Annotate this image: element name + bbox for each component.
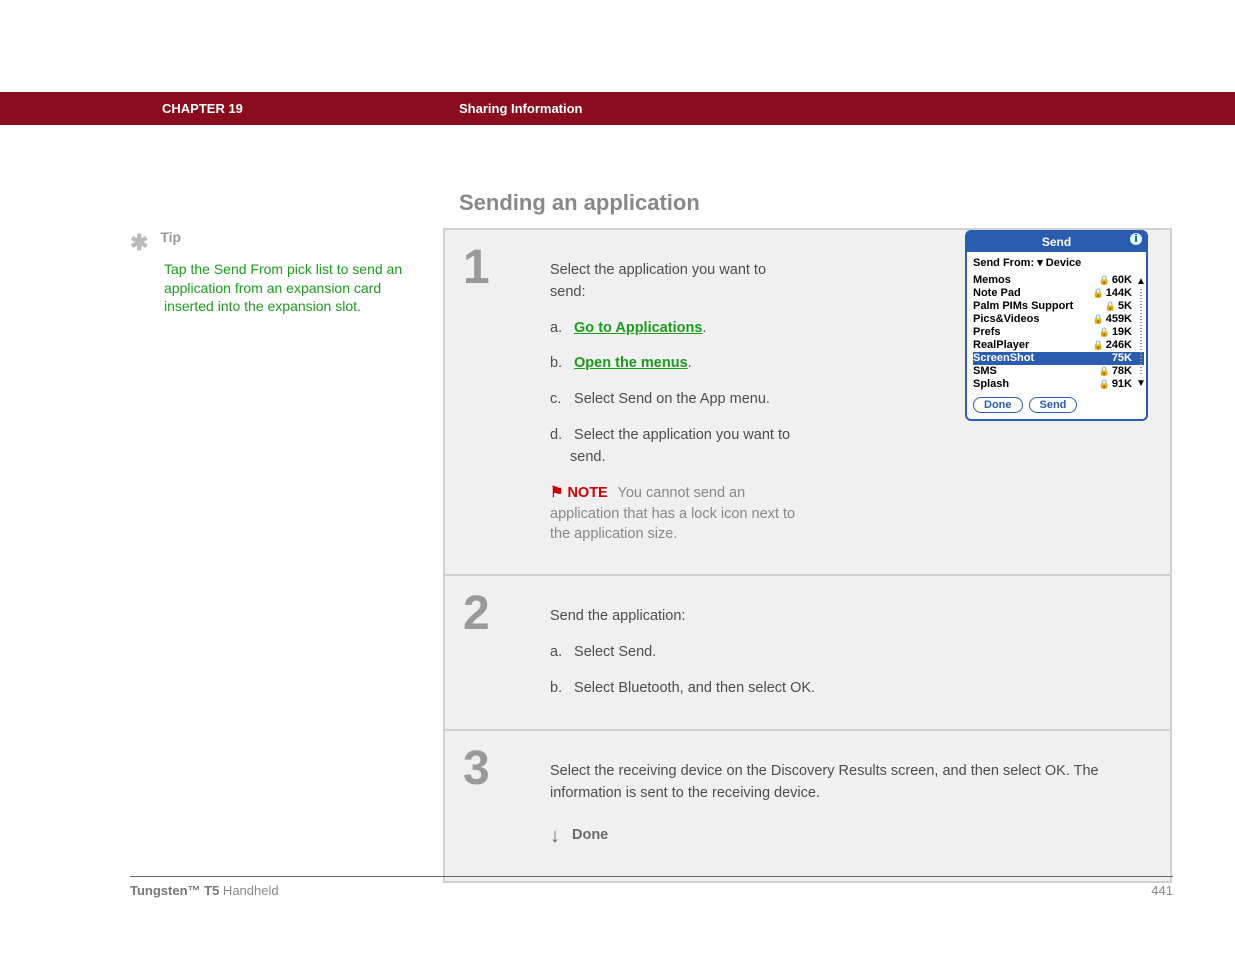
palm-send-dialog: Send i Send From: ▾ Device Memos🔒60K Not… [965, 230, 1148, 421]
page-number: 441 [1151, 883, 1173, 898]
step-3-text: Select the receiving device on the Disco… [550, 761, 1148, 805]
step-2b: b. Select Bluetooth, and then select OK. [550, 678, 1148, 700]
chapter-header: CHAPTER 19 Sharing Information [0, 92, 1235, 125]
list-item[interactable]: Palm PIMs Support🔒5K [973, 300, 1144, 313]
steps-container: 1 Select the application you want to sen… [443, 228, 1172, 883]
step-2a: a. Select Send. [550, 642, 1148, 664]
lock-icon: 🔒 [1092, 313, 1103, 326]
section-title: Sending an application [459, 190, 700, 216]
lock-icon: 🔒 [1099, 378, 1110, 391]
palm-send-button[interactable]: Send [1029, 397, 1078, 413]
scroll-down-icon[interactable]: ▼ [1136, 376, 1146, 391]
flag-icon: ⚑ [550, 484, 563, 501]
list-item[interactable]: Memos🔒60K [973, 274, 1144, 287]
lock-icon: 🔒 [1092, 339, 1103, 352]
scrollbar[interactable]: ▲ ▼ [1137, 274, 1145, 391]
step-number: 1 [445, 230, 550, 574]
footer: Tungsten™ T5 Handheld 441 [130, 876, 1173, 898]
list-item[interactable]: Note Pad🔒144K [973, 287, 1144, 300]
note-label: NOTE [567, 485, 607, 501]
palm-app-list: Memos🔒60K Note Pad🔒144K Palm PIMs Suppor… [967, 274, 1146, 391]
note-block: ⚑NOTE You cannot send an application tha… [550, 482, 800, 544]
step-2-body: Send the application: a. Select Send. b.… [550, 576, 1170, 729]
lock-icon: 🔒 [1092, 287, 1103, 300]
send-from-value[interactable]: Device [1046, 257, 1081, 269]
info-icon[interactable]: i [1130, 233, 1142, 245]
list-item[interactable]: Pics&Videos🔒459K [973, 313, 1144, 326]
lock-icon: 🔒 [1105, 300, 1116, 313]
chapter-label: CHAPTER 19 [162, 101, 243, 116]
tip-block: ✱ Tip Tap the Send From pick list to sen… [130, 228, 420, 316]
step-2: 2 Send the application: a. Select Send. … [445, 576, 1170, 729]
send-from-row: Send From: ▾ Device [967, 252, 1146, 274]
open-the-menus-link[interactable]: Open the menus [574, 355, 688, 371]
lock-icon: 🔒 [1099, 365, 1110, 378]
done-label: Done [572, 825, 608, 847]
asterisk-icon: ✱ [130, 230, 148, 255]
lock-icon: 🔒 [1099, 326, 1110, 339]
list-item-selected[interactable]: ScreenShot75K [973, 352, 1144, 365]
list-item[interactable]: Splash🔒91K [973, 378, 1144, 391]
step-1: 1 Select the application you want to sen… [445, 230, 1170, 574]
product-name: Tungsten™ T5 Handheld [130, 883, 279, 898]
step-1-body: Select the application you want to send:… [550, 230, 1170, 574]
step-3-body: Select the receiving device on the Disco… [550, 731, 1170, 881]
lock-icon: 🔒 [1099, 274, 1110, 287]
step-number: 2 [445, 576, 550, 729]
palm-done-button[interactable]: Done [973, 397, 1023, 413]
tip-label: Tip [160, 229, 181, 245]
step-3: 3 Select the receiving device on the Dis… [445, 731, 1170, 881]
list-item[interactable]: RealPlayer🔒246K [973, 339, 1144, 352]
scroll-up-icon[interactable]: ▲ [1136, 274, 1146, 289]
step-1d: d. Select the application you want to se… [550, 425, 800, 469]
down-arrow-icon: ↓ [550, 821, 560, 851]
step-2-intro: Send the application: [550, 606, 1148, 628]
tip-text: Tap the Send From pick list to send an a… [164, 260, 420, 317]
palm-title: Send i [967, 232, 1146, 252]
chapter-topic: Sharing Information [459, 101, 583, 116]
list-item[interactable]: Prefs🔒19K [973, 326, 1144, 339]
step-number: 3 [445, 731, 550, 881]
go-to-applications-link[interactable]: Go to Applications [574, 320, 702, 336]
list-item[interactable]: SMS🔒78K [973, 365, 1144, 378]
dropdown-icon[interactable]: ▾ [1037, 257, 1046, 269]
done-line: ↓ Done [550, 821, 1148, 851]
step-1-intro: Select the application you want to send: [550, 260, 800, 304]
